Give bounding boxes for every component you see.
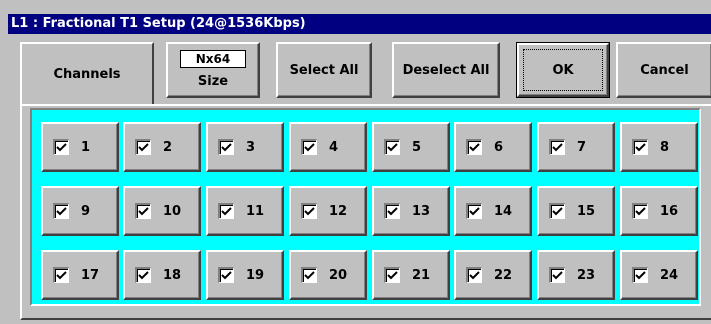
channel-number: 3 [246, 139, 256, 155]
channel-number: 17 [81, 267, 100, 283]
channel-number: 15 [577, 203, 596, 219]
window-title: L1 : Fractional T1 Setup (24@1536Kbps) [8, 14, 711, 34]
cancel-label: Cancel [640, 62, 689, 78]
checkbox-icon[interactable] [632, 203, 648, 219]
channel-22-button[interactable]: 22 [454, 250, 532, 300]
checkbox-icon[interactable] [632, 267, 648, 283]
checkbox-icon[interactable] [301, 203, 317, 219]
channel-number: 14 [494, 203, 513, 219]
channel-number: 9 [81, 203, 91, 219]
channel-12-button[interactable]: 12 [289, 186, 367, 236]
channel-number: 12 [329, 203, 348, 219]
channel-number: 24 [660, 267, 679, 283]
ok-button[interactable]: OK [516, 42, 610, 98]
channel-21-button[interactable]: 21 [372, 250, 450, 300]
channel-10-button[interactable]: 10 [123, 186, 201, 236]
channel-15-button[interactable]: 15 [537, 186, 615, 236]
checkbox-icon[interactable] [135, 267, 151, 283]
channel-24-button[interactable]: 24 [620, 250, 698, 300]
channel-14-button[interactable]: 14 [454, 186, 532, 236]
checkbox-icon[interactable] [549, 203, 565, 219]
channel-number: 2 [163, 139, 173, 155]
channel-4-button[interactable]: 4 [289, 122, 367, 172]
channel-number: 7 [577, 139, 587, 155]
channel-1-button[interactable]: 1 [41, 122, 119, 172]
channel-16-button[interactable]: 16 [620, 186, 698, 236]
channel-grid: 1 2 3 4 5 6 7 8 9 10 11 12 13 14 15 16 17 18 19 20 21 22 23 24 [30, 108, 701, 306]
channel-number: 13 [412, 203, 431, 219]
checkbox-icon[interactable] [301, 267, 317, 283]
channel-11-button[interactable]: 11 [206, 186, 284, 236]
checkbox-icon[interactable] [53, 267, 69, 283]
select-all-button[interactable]: Select All [276, 42, 372, 98]
channel-number: 19 [246, 267, 265, 283]
channel-number: 1 [81, 139, 91, 155]
channel-17-button[interactable]: 17 [41, 250, 119, 300]
channel-number: 18 [163, 267, 182, 283]
size-label: Size [197, 74, 229, 89]
checkbox-icon[interactable] [384, 203, 400, 219]
checkbox-icon[interactable] [218, 139, 234, 155]
deselect-all-button[interactable]: Deselect All [392, 42, 500, 98]
channel-5-button[interactable]: 5 [372, 122, 450, 172]
channel-number: 10 [163, 203, 182, 219]
checkbox-icon[interactable] [549, 267, 565, 283]
select-all-label: Select All [289, 62, 359, 78]
checkbox-icon[interactable] [301, 139, 317, 155]
checkbox-icon[interactable] [218, 267, 234, 283]
checkbox-icon[interactable] [549, 139, 565, 155]
checkbox-icon[interactable] [53, 139, 69, 155]
cancel-button[interactable]: Cancel [616, 42, 711, 98]
channel-number: 23 [577, 267, 596, 283]
checkbox-icon[interactable] [466, 203, 482, 219]
channel-7-button[interactable]: 7 [537, 122, 615, 172]
size-value: Nx64 [180, 50, 246, 68]
channel-9-button[interactable]: 9 [41, 186, 119, 236]
channel-19-button[interactable]: 19 [206, 250, 284, 300]
checkbox-icon[interactable] [384, 139, 400, 155]
tab-channels[interactable]: Channels [20, 42, 154, 104]
channel-2-button[interactable]: 2 [123, 122, 201, 172]
focus-rectangle [523, 49, 603, 91]
channel-3-button[interactable]: 3 [206, 122, 284, 172]
channel-18-button[interactable]: 18 [123, 250, 201, 300]
channel-13-button[interactable]: 13 [372, 186, 450, 236]
channel-8-button[interactable]: 8 [620, 122, 698, 172]
size-button[interactable]: Nx64 Size [166, 42, 260, 98]
channel-20-button[interactable]: 20 [289, 250, 367, 300]
channel-number: 21 [412, 267, 431, 283]
channel-number: 11 [246, 203, 265, 219]
channel-23-button[interactable]: 23 [537, 250, 615, 300]
checkbox-icon[interactable] [218, 203, 234, 219]
channel-number: 22 [494, 267, 513, 283]
checkbox-icon[interactable] [135, 203, 151, 219]
checkbox-icon[interactable] [384, 267, 400, 283]
checkbox-icon[interactable] [135, 139, 151, 155]
deselect-all-label: Deselect All [402, 62, 490, 78]
checkbox-icon[interactable] [466, 267, 482, 283]
channel-6-button[interactable]: 6 [454, 122, 532, 172]
checkbox-icon[interactable] [53, 203, 69, 219]
channel-number: 20 [329, 267, 348, 283]
dialog-body: Channels Nx64 Size Select All Deselect A… [8, 34, 711, 324]
tab-channels-label: Channels [53, 66, 121, 82]
checkbox-icon[interactable] [632, 139, 648, 155]
channel-number: 16 [660, 203, 679, 219]
channel-number: 4 [329, 139, 339, 155]
checkbox-icon[interactable] [466, 139, 482, 155]
channel-number: 8 [660, 139, 670, 155]
channel-number: 6 [494, 139, 504, 155]
channel-number: 5 [412, 139, 422, 155]
